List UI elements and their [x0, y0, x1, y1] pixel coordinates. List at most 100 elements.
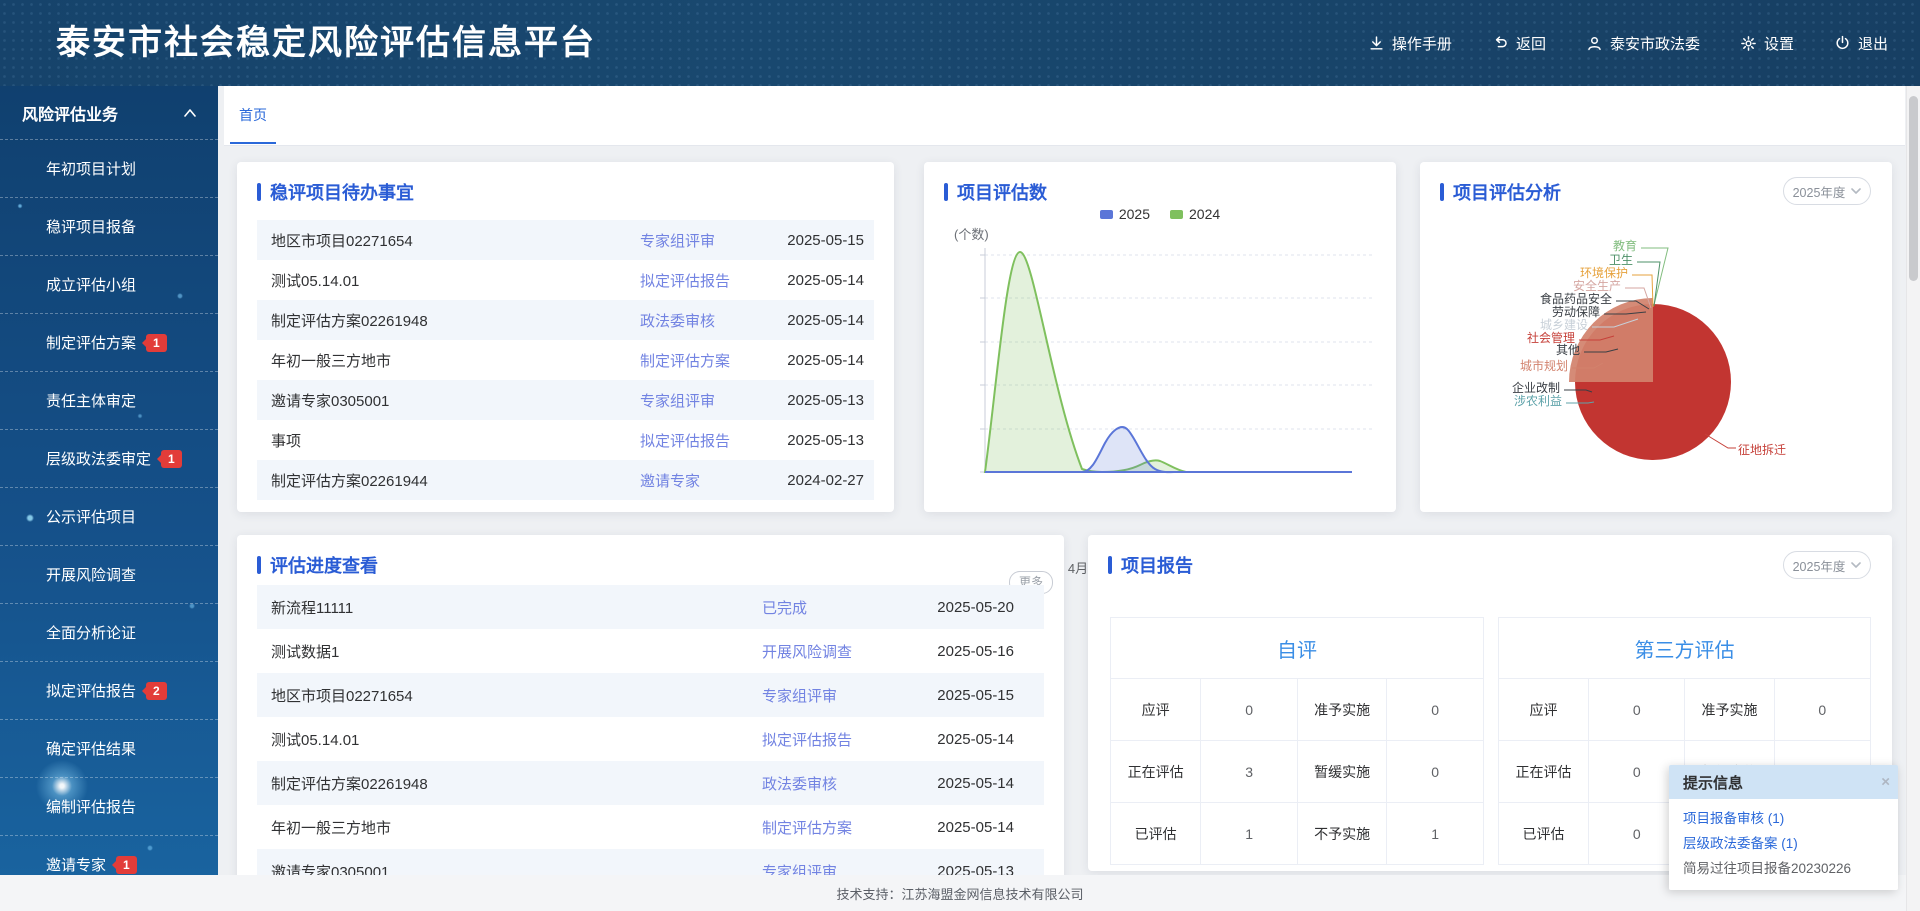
back-button[interactable]: 返回: [1492, 33, 1546, 54]
toast-item[interactable]: 项目报备审核 (1): [1683, 806, 1884, 831]
todo-card-header: 稳评项目待办事宜: [237, 162, 894, 205]
list-item[interactable]: 新流程11111 已完成 2025-05-20: [257, 585, 1044, 629]
legend-item[interactable]: 2024: [1170, 206, 1220, 222]
list-item[interactable]: 事项 拟定评估报告 2025-05-13: [257, 420, 874, 460]
sidebar-item-label: 年初项目计划: [46, 158, 136, 179]
month-tick-label: 4月: [1068, 558, 1088, 577]
stat-label: 准予实施: [1297, 678, 1386, 740]
sidebar-item[interactable]: 编制评估报告: [0, 777, 218, 835]
sidebar-item[interactable]: 开展风险调查: [0, 545, 218, 603]
count-badge: 1: [116, 856, 137, 874]
scrollbar-thumb[interactable]: [1909, 96, 1918, 281]
list-item[interactable]: 制定评估方案02261944 邀请专家 2024-02-27: [257, 460, 874, 500]
list-item[interactable]: 制定评估方案02261948 政法委审核 2025-05-14: [257, 761, 1044, 805]
stage-link[interactable]: 政法委审核: [640, 300, 715, 340]
stage-link[interactable]: 拟定评估报告: [640, 260, 730, 300]
year-select[interactable]: 2025年度: [1783, 177, 1871, 205]
stage-link[interactable]: 拟定评估报告: [640, 420, 730, 460]
scrollbar-track[interactable]: [1906, 86, 1920, 911]
user-menu[interactable]: 泰安市政法委: [1586, 33, 1700, 54]
sidebar: 风险评估业务 年初项目计划 稳评项目报备 成立评估小组: [0, 86, 218, 875]
chevron-down-icon: [1851, 188, 1861, 194]
sidebar-group-risk-assessment[interactable]: 风险评估业务: [0, 86, 218, 139]
logout-button[interactable]: 退出: [1834, 33, 1888, 54]
tab-home[interactable]: 首页: [224, 86, 282, 144]
sidebar-item[interactable]: 公示评估项目: [0, 487, 218, 545]
legend-label: 2025: [1119, 206, 1150, 222]
list-item[interactable]: 地区市项目02271654 专家组评审 2025-05-15: [257, 220, 874, 260]
sidebar-item[interactable]: 责任主体审定: [0, 371, 218, 429]
stage-link[interactable]: 制定评估方案: [762, 805, 852, 849]
progress-list: 新流程11111 已完成 2025-05-20 测试数据1 开展风险调查 202…: [257, 585, 1044, 893]
stage-link[interactable]: 开展风险调查: [762, 629, 852, 673]
user-name: 泰安市政法委: [1610, 33, 1700, 54]
stat-value: 0: [1386, 740, 1483, 802]
assessment-count-card: 项目评估数 2025 2024 (个数): [924, 162, 1396, 512]
stage-link[interactable]: 制定评估方案: [640, 340, 730, 380]
stage-link[interactable]: 专家组评审: [762, 673, 837, 717]
app-header: 泰安市社会稳定风险评估信息平台 操作手册 返回 泰安市政法委 设置 退出: [0, 0, 1920, 86]
stage-link[interactable]: 专家组评审: [640, 220, 715, 260]
list-item[interactable]: 年初一般三方地市 制定评估方案 2025-05-14: [257, 805, 1044, 849]
project-name: 邀请专家0305001: [271, 380, 389, 420]
sidebar-item[interactable]: 成立评估小组: [0, 255, 218, 313]
stat-label: 正在评估: [1499, 740, 1588, 802]
row-date: 2025-05-15: [937, 673, 1014, 717]
sidebar-item-label: 确定评估结果: [46, 738, 136, 759]
table-row: 应评 0 准予实施 0: [1499, 678, 1870, 740]
progress-card: 评估进度查看 更多 新流程11111 已完成 2025-05-20 测试数据1 …: [237, 535, 1064, 911]
year-select[interactable]: 2025年度: [1783, 551, 1871, 579]
stage-link[interactable]: 已完成: [762, 585, 807, 629]
table-body: 应评 0 准予实施 0 正在评估 3 暂缓实施 0 已评估: [1111, 678, 1483, 864]
sidebar-item[interactable]: 层级政法委审定 1: [0, 429, 218, 487]
app-window: 泰安市社会稳定风险评估信息平台 操作手册 返回 泰安市政法委 设置 退出: [0, 0, 1920, 911]
list-item[interactable]: 测试05.14.01 拟定评估报告 2025-05-14: [257, 717, 1044, 761]
project-name: 测试数据1: [271, 629, 339, 673]
chart-card-title: 项目评估数: [957, 179, 1047, 205]
toast-item[interactable]: 简易过往项目报备20230226: [1683, 856, 1884, 881]
sidebar-item-label: 责任主体审定: [46, 390, 136, 411]
list-item[interactable]: 邀请专家0305001 专家组评审 2025-05-13: [257, 380, 874, 420]
settings-button[interactable]: 设置: [1740, 33, 1794, 54]
logout-label: 退出: [1858, 33, 1888, 54]
list-item[interactable]: 测试数据1 开展风险调查 2025-05-16: [257, 629, 1044, 673]
count-badge: 2: [146, 682, 167, 700]
project-name: 新流程11111: [271, 585, 353, 629]
list-item[interactable]: 年初一般三方地市 制定评估方案 2025-05-14: [257, 340, 874, 380]
project-name: 制定评估方案02261944: [271, 460, 428, 500]
sidebar-item[interactable]: 年初项目计划: [0, 139, 218, 197]
manual-button[interactable]: 操作手册: [1368, 33, 1452, 54]
toast-title: 提示信息: [1683, 772, 1743, 793]
year-select-value: 2025年度: [1793, 182, 1846, 201]
legend-swatch: [1100, 210, 1113, 219]
sidebar-item[interactable]: 全面分析论证: [0, 603, 218, 661]
sidebar-item[interactable]: 稳评项目报备: [0, 197, 218, 255]
todo-card: 稳评项目待办事宜 地区市项目02271654 专家组评审 2025-05-15 …: [237, 162, 894, 512]
year-select-value: 2025年度: [1793, 556, 1846, 575]
sidebar-group-label: 风险评估业务: [22, 101, 118, 125]
stage-link[interactable]: 拟定评估报告: [762, 717, 852, 761]
list-item[interactable]: 地区市项目02271654 专家组评审 2025-05-15: [257, 673, 1044, 717]
title-accent-bar: [257, 556, 261, 574]
pie-chart: [1440, 222, 1872, 502]
row-date: 2025-05-14: [937, 717, 1014, 761]
sidebar-menu: 年初项目计划 稳评项目报备 成立评估小组 制定评估方案 1: [0, 139, 218, 875]
stage-link[interactable]: 政法委审核: [762, 761, 837, 805]
legend-item[interactable]: 2025: [1100, 206, 1150, 222]
tab-bar: 首页: [224, 86, 1905, 146]
close-icon[interactable]: ×: [1881, 775, 1890, 790]
sidebar-item[interactable]: 邀请专家 1: [0, 835, 218, 875]
sidebar-item[interactable]: 确定评估结果: [0, 719, 218, 777]
stage-link[interactable]: 专家组评审: [640, 380, 715, 420]
stage-link[interactable]: 邀请专家: [640, 460, 700, 500]
row-date: 2025-05-14: [937, 805, 1014, 849]
sidebar-item-label: 公示评估项目: [46, 506, 136, 527]
list-item[interactable]: 测试05.14.01 拟定评估报告 2025-05-14: [257, 260, 874, 300]
toast-item[interactable]: 层级政法委备案 (1): [1683, 831, 1884, 856]
row-date: 2025-05-20: [937, 585, 1014, 629]
sidebar-item[interactable]: 制定评估方案 1: [0, 313, 218, 371]
stat-label: 不予实施: [1297, 802, 1386, 864]
sidebar-item[interactable]: 拟定评估报告 2: [0, 661, 218, 719]
list-item[interactable]: 制定评估方案02261948 政法委审核 2025-05-14: [257, 300, 874, 340]
progress-card-title: 评估进度查看: [270, 552, 378, 578]
